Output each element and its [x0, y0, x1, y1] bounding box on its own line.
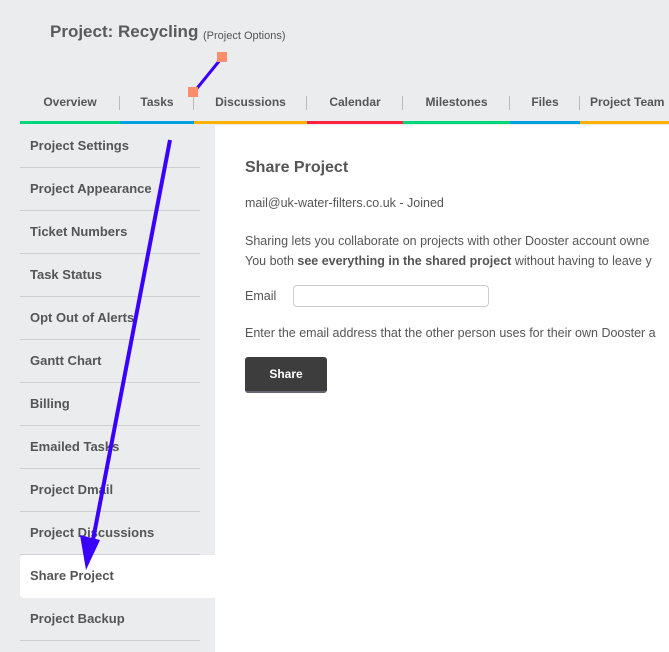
tab-milestones[interactable]: Milestones [403, 93, 510, 124]
sidebar-item-project-settings[interactable]: Project Settings [20, 125, 200, 168]
tab-discussions[interactable]: Discussions [194, 93, 307, 124]
email-row: Email [245, 285, 659, 307]
annotation-arrow-small [192, 59, 222, 93]
tab-files[interactable]: Files [510, 93, 580, 124]
sidebar-item-project-backup[interactable]: Project Backup [20, 598, 200, 641]
tab-calendar[interactable]: Calendar [307, 93, 403, 124]
sidebar-item-project-appearance[interactable]: Project Appearance [20, 168, 200, 211]
annotation-marker-end [217, 52, 227, 62]
tab-project-team[interactable]: Project Team [580, 93, 669, 124]
email-hint: Enter the email address that the other p… [245, 326, 656, 340]
project-tabs: Overview Tasks Discussions Calendar Mile… [20, 93, 669, 124]
share-button[interactable]: Share [245, 357, 327, 393]
sidebar-item-gantt-chart[interactable]: Gantt Chart [20, 340, 200, 383]
share-project-panel: Share Project mail@uk-water-filters.co.u… [215, 125, 669, 652]
sidebar-item-project-discussions[interactable]: Project Discussions [20, 512, 200, 555]
sidebar-item-opt-out-alerts[interactable]: Opt Out of Alerts [20, 297, 200, 340]
sidebar-item-ticket-numbers[interactable]: Ticket Numbers [20, 211, 200, 254]
panel-heading: Share Project [245, 159, 349, 176]
tab-tasks[interactable]: Tasks [120, 93, 194, 124]
description-line-2: You both see everything in the shared pr… [245, 254, 652, 268]
project-title: Project: Recycling [50, 22, 199, 41]
email-label: Email [245, 289, 277, 303]
settings-sidebar: Project Settings Project Appearance Tick… [20, 125, 215, 641]
sidebar-item-emailed-tasks[interactable]: Emailed Tasks [20, 426, 200, 469]
sidebar-item-project-dmail[interactable]: Project Dmail [20, 469, 200, 512]
sidebar-item-share-project[interactable]: Share Project [20, 555, 215, 598]
tab-overview[interactable]: Overview [20, 93, 120, 124]
description-line-1: Sharing lets you collaborate on projects… [245, 234, 650, 248]
shared-with-status: mail@uk-water-filters.co.uk - Joined [245, 196, 444, 210]
sidebar-item-billing[interactable]: Billing [20, 383, 200, 426]
project-options-link[interactable]: (Project Options) [203, 30, 286, 42]
sidebar-item-task-status[interactable]: Task Status [20, 254, 200, 297]
email-input[interactable] [293, 285, 490, 307]
